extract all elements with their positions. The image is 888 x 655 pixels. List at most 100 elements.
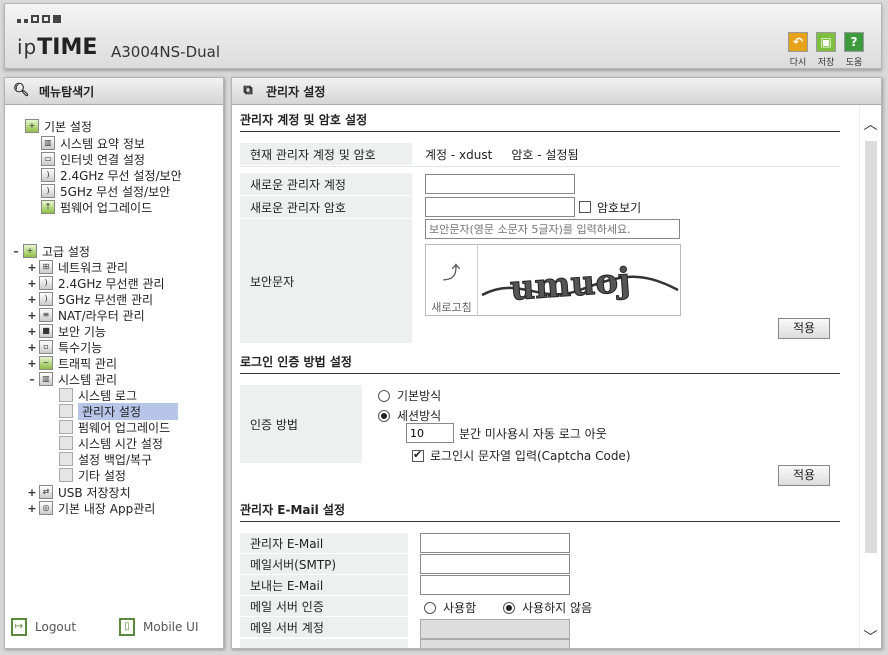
tree-item-system-summary[interactable]: ▥ 시스템 요약 정보 xyxy=(41,135,145,151)
section-title-account: 관리자 계정 및 암호 설정 xyxy=(240,111,840,132)
mail-password-input[interactable] xyxy=(420,639,570,648)
captcha-input[interactable] xyxy=(425,219,680,239)
save-button[interactable]: ▣ 저장 xyxy=(815,32,837,68)
row-smtp: 메일서버(SMTP) xyxy=(240,554,840,574)
wifi-icon: ) xyxy=(41,184,55,198)
tree-item-wlan5[interactable]: +) 5GHz 무선랜 관리 xyxy=(27,291,153,307)
account-apply-button[interactable]: 적용 xyxy=(778,318,830,339)
mobile-icon: ▯ xyxy=(119,618,135,636)
tree-item-admin-settings[interactable]: 관리자 설정 xyxy=(59,402,178,420)
new-password-input[interactable] xyxy=(425,197,575,217)
lock-icon: ■ xyxy=(39,324,53,338)
session-timeout-row: 분간 미사용시 자동 로그 아웃 xyxy=(406,423,607,443)
expand-icon: + xyxy=(27,501,37,515)
scroll-up-icon[interactable]: ︿ xyxy=(860,115,881,135)
expand-icon: + xyxy=(27,485,37,499)
tree-item-wlan24[interactable]: +) 2.4GHz 무선랜 관리 xyxy=(27,275,165,291)
captcha-refresh-button[interactable]: ⤴ 새로고침 xyxy=(426,245,478,315)
tree-advanced-settings[interactable]: – + 고급 설정 xyxy=(11,243,90,259)
document-icon xyxy=(59,420,73,434)
tree-item-system-log[interactable]: 시스템 로그 xyxy=(59,387,137,403)
brand-logo: ipTIME xyxy=(17,35,98,60)
app-header: ipTIME A3004NS-Dual ↶ 다시 ▣ 저장 ? 도움 xyxy=(4,3,882,69)
section-title-login: 로그인 인증 방법 설정 xyxy=(240,353,840,374)
tree-item-traffic[interactable]: + ~ 트래픽 관리 xyxy=(27,355,117,371)
mail-account-input[interactable] xyxy=(420,619,570,639)
tree-item-etc[interactable]: 기타 설정 xyxy=(59,467,126,483)
tree-item-network[interactable]: + ⊞ 네트워크 관리 xyxy=(27,259,128,275)
captcha-login-option[interactable]: 로그인시 문자열 입력(Captcha Code) xyxy=(412,447,631,464)
auth-basic-radio[interactable] xyxy=(378,389,390,402)
menu-explorer-header: 🔍︎ 메뉴탐색기 xyxy=(5,78,223,105)
page-title: 관리자 설정 xyxy=(266,84,326,99)
svg-text:umuoj: umuoj xyxy=(509,261,632,309)
wifi-icon: ) xyxy=(39,276,53,290)
tree-item-special[interactable]: + ▫ 특수기능 xyxy=(27,339,102,355)
mail-auth-use-option[interactable]: 사용함 xyxy=(424,599,476,616)
expand-icon: + xyxy=(27,340,37,354)
undo-icon: ↶ xyxy=(788,32,808,52)
row-admin-email: 관리자 E-Mail xyxy=(240,533,840,553)
mail-auth-not-use-radio[interactable] xyxy=(503,601,515,614)
magnifier-icon: 🔍︎ xyxy=(13,83,30,98)
show-password-checkbox[interactable] xyxy=(579,201,591,213)
smtp-input[interactable] xyxy=(420,554,570,574)
scroll-down-icon[interactable]: ﹀ xyxy=(860,628,881,648)
collapse-icon: – xyxy=(29,372,35,386)
content-scrollbar[interactable]: ︿ ﹀ xyxy=(859,105,881,648)
expand-icon: + xyxy=(27,276,37,290)
expand-icon: + xyxy=(27,292,37,306)
save-icon: ▣ xyxy=(816,32,836,52)
left-footer: ↦ Logout ▯ Mobile UI xyxy=(5,616,223,640)
window-icon: ⧉ xyxy=(243,83,253,98)
tree-item-nat[interactable]: + ≡ NAT/라우터 관리 xyxy=(27,307,145,323)
settings-content: 관리자 계정 및 암호 설정 현재 관리자 계정 및 암호 계정 - xdust… xyxy=(232,105,859,648)
help-button[interactable]: ? 도움 xyxy=(843,32,865,68)
menu-explorer-panel: 🔍︎ 메뉴탐색기 + 기본 설정 ▥ 시스템 요약 정보 ▭ 인터넷 연결 설정 ) 2… xyxy=(4,77,224,649)
tree-basic-settings[interactable]: + 기본 설정 xyxy=(25,118,92,134)
tree-item-firmware[interactable]: ↑ 펌웨어 업그레이드 xyxy=(41,199,152,215)
help-icon: ? xyxy=(844,32,864,52)
tree-item-usb[interactable]: + ⇄ USB 저장장치 xyxy=(27,484,131,500)
row-mail-partial xyxy=(240,639,840,648)
tree-item-system-mgmt[interactable]: – ▥ 시스템 관리 xyxy=(27,371,117,387)
row-new-password: 새로운 관리자 암호 암호보기 xyxy=(240,196,840,218)
model-name: A3004NS-Dual xyxy=(111,43,221,61)
tree-item-fw-upgrade[interactable]: 펌웨어 업그레이드 xyxy=(59,419,170,435)
session-timeout-input[interactable] xyxy=(406,423,454,443)
document-icon xyxy=(59,388,73,402)
tree-item-security[interactable]: + ■ 보안 기능 xyxy=(27,323,106,339)
upgrade-icon: ↑ xyxy=(41,200,55,214)
document-icon xyxy=(59,452,73,466)
mobile-ui-button[interactable]: ▯ Mobile UI xyxy=(119,618,199,636)
undo-button[interactable]: ↶ 다시 xyxy=(787,32,809,68)
mail-auth-use-radio[interactable] xyxy=(424,601,436,614)
tree-item-apps[interactable]: + ◎ 기본 내장 App관리 xyxy=(27,500,155,516)
expand-icon: + xyxy=(27,308,37,322)
traffic-icon: ~ xyxy=(39,356,53,370)
tree-item-internet[interactable]: ▭ 인터넷 연결 설정 xyxy=(41,151,145,167)
row-mail-auth: 메일 서버 인증 사용함 사용하지 않음 xyxy=(240,596,840,616)
auth-session-radio[interactable] xyxy=(378,409,390,422)
sender-email-input[interactable] xyxy=(420,575,570,595)
logout-button[interactable]: ↦ Logout xyxy=(11,618,76,636)
row-mail-account: 메일 서버 계정 xyxy=(240,617,840,639)
row-new-account: 새로운 관리자 계정 xyxy=(240,173,840,195)
document-icon xyxy=(59,404,73,418)
network-icon: ⊞ xyxy=(39,260,53,274)
scroll-thumb[interactable] xyxy=(865,141,877,553)
folder-icon: ▫ xyxy=(39,340,53,354)
tree-item-time[interactable]: 시스템 시간 설정 xyxy=(59,435,163,451)
login-apply-button[interactable]: 적용 xyxy=(778,465,830,486)
new-account-input[interactable] xyxy=(425,174,575,194)
admin-settings-header: ⧉ 관리자 설정 xyxy=(232,78,881,105)
app-icon: ◎ xyxy=(39,501,53,515)
mail-auth-not-use-option[interactable]: 사용하지 않음 xyxy=(503,599,592,616)
auth-session-option[interactable]: 세션방식 xyxy=(378,407,441,424)
captcha-login-checkbox[interactable] xyxy=(412,448,424,462)
tree-item-wifi24[interactable]: ) 2.4GHz 무선 설정/보안 xyxy=(41,167,182,183)
tree-item-wifi5[interactable]: ) 5GHz 무선 설정/보안 xyxy=(41,183,170,199)
admin-email-input[interactable] xyxy=(420,533,570,553)
tree-item-backup[interactable]: 설정 백업/복구 xyxy=(59,451,152,467)
auth-basic-option[interactable]: 기본방식 xyxy=(378,387,441,404)
